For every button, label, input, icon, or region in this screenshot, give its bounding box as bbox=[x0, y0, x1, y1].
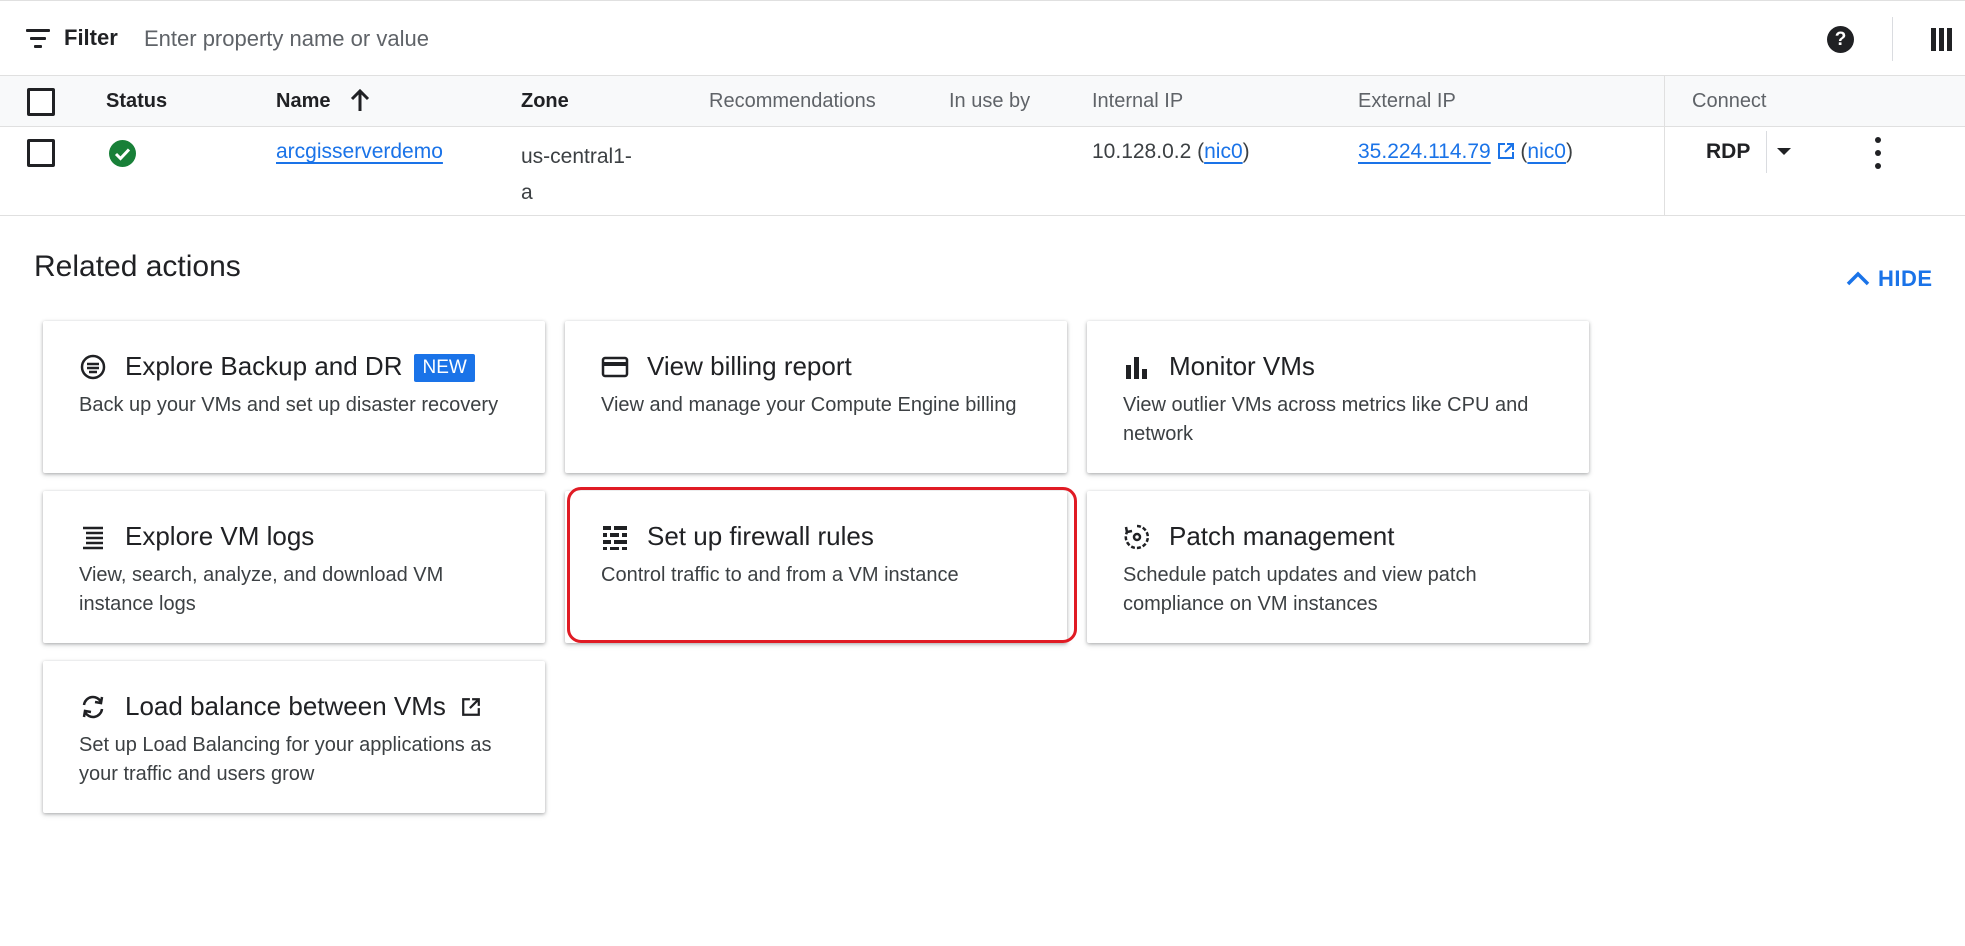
card-vm-logs[interactable]: Explore VM logs View, search, analyze, a… bbox=[43, 491, 545, 643]
card-title: Patch management bbox=[1169, 521, 1395, 551]
card-title-text: Load balance between VMs bbox=[125, 691, 446, 721]
card-description: View and manage your Compute Engine bill… bbox=[601, 394, 1017, 416]
backup-icon bbox=[80, 354, 106, 380]
select-all-checkbox[interactable] bbox=[27, 88, 55, 116]
card-description: Control traffic to and from a VM instanc… bbox=[601, 564, 959, 586]
card-load-balance[interactable]: Load balance between VMs Set up Load Bal… bbox=[43, 661, 545, 813]
filter-icon[interactable] bbox=[26, 29, 52, 51]
toolbar-divider bbox=[1892, 17, 1893, 61]
bar-chart-icon bbox=[1126, 357, 1147, 379]
column-in-use-by[interactable]: In use by bbox=[949, 90, 1030, 113]
rdp-button[interactable]: RDP bbox=[1706, 140, 1750, 164]
column-external-ip[interactable]: External IP bbox=[1358, 90, 1456, 113]
new-badge: NEW bbox=[414, 354, 475, 382]
hide-label: HIDE bbox=[1878, 266, 1933, 291]
card-title: Explore Backup and DR NEW bbox=[125, 351, 475, 382]
card-patch-management[interactable]: Patch management Schedule patch updates … bbox=[1087, 491, 1589, 643]
column-internal-ip[interactable]: Internal IP bbox=[1092, 90, 1183, 113]
help-icon[interactable]: ? bbox=[1827, 26, 1854, 53]
table-row: arcgisserverdemo 10.128.0.2 (nic0) 35.22… bbox=[0, 127, 1965, 216]
status-running-icon bbox=[109, 140, 136, 167]
filter-label[interactable]: Filter bbox=[64, 25, 118, 51]
sync-icon bbox=[82, 695, 104, 719]
card-description: View, search, analyze, and download VM i… bbox=[79, 564, 444, 615]
zone-line-1: us-central1- bbox=[521, 145, 632, 168]
column-zone[interactable]: Zone bbox=[521, 90, 569, 113]
column-recommendations[interactable]: Recommendations bbox=[709, 90, 876, 113]
table-header: Status Name Zone Recommendations In use … bbox=[0, 76, 1965, 127]
related-actions-title: Related actions bbox=[34, 250, 241, 283]
sort-ascending-icon[interactable] bbox=[350, 89, 370, 113]
hide-button[interactable]: HIDE bbox=[1846, 266, 1933, 292]
card-title: Set up firewall rules bbox=[647, 521, 874, 551]
firewall-icon bbox=[603, 526, 627, 550]
column-connect: Connect bbox=[1692, 90, 1767, 112]
chevron-up-icon bbox=[1846, 271, 1870, 286]
internal-nic-link[interactable]: nic0 bbox=[1204, 140, 1243, 163]
column-name[interactable]: Name bbox=[276, 90, 330, 113]
filter-input[interactable] bbox=[142, 19, 742, 59]
row-checkbox[interactable] bbox=[27, 139, 55, 167]
external-nic-link[interactable]: nic0 bbox=[1527, 140, 1566, 163]
card-title-text: Explore Backup and DR bbox=[125, 351, 403, 381]
card-title: Load balance between VMs bbox=[125, 691, 481, 722]
columns-icon[interactable] bbox=[1931, 28, 1953, 51]
card-title: Monitor VMs bbox=[1169, 351, 1315, 381]
logs-icon bbox=[83, 526, 103, 550]
card-description: Back up your VMs and set up disaster rec… bbox=[79, 394, 499, 416]
external-ip-link[interactable]: 35.224.114.79 bbox=[1358, 140, 1491, 163]
card-title: View billing report bbox=[647, 351, 852, 381]
external-link-icon[interactable] bbox=[1497, 142, 1515, 160]
patch-icon bbox=[1124, 524, 1150, 550]
instance-name-link[interactable]: arcgisserverdemo bbox=[276, 140, 443, 163]
credit-card-icon bbox=[601, 356, 629, 378]
external-ip-cell: 35.224.114.79 (nic0) bbox=[1358, 140, 1573, 163]
zone-cell: us-central1- a bbox=[521, 139, 661, 211]
more-actions-icon[interactable] bbox=[1873, 137, 1883, 169]
rdp-dropdown-icon[interactable] bbox=[1777, 148, 1791, 155]
card-firewall-rules[interactable]: Set up firewall rules Control traffic to… bbox=[565, 491, 1067, 643]
internal-ip-cell: 10.128.0.2 (nic0) bbox=[1092, 140, 1250, 163]
card-billing-report[interactable]: View billing report View and manage your… bbox=[565, 321, 1067, 473]
card-description: Set up Load Balancing for your applicati… bbox=[79, 734, 492, 785]
card-title: Explore VM logs bbox=[125, 521, 315, 551]
card-description: View outlier VMs across metrics like CPU… bbox=[1123, 394, 1529, 445]
card-description: Schedule patch updates and view patch co… bbox=[1123, 564, 1477, 615]
card-backup-dr[interactable]: Explore Backup and DR NEW Back up your VM… bbox=[43, 321, 545, 473]
column-status[interactable]: Status bbox=[106, 90, 167, 113]
zone-line-2: a bbox=[521, 181, 533, 204]
card-monitor-vms[interactable]: Monitor VMs View outlier VMs across metr… bbox=[1087, 321, 1589, 473]
internal-ip: 10.128.0.2 bbox=[1092, 140, 1192, 163]
external-link-icon bbox=[462, 698, 481, 716]
rdp-divider bbox=[1766, 131, 1767, 173]
filter-bar: Filter ? bbox=[0, 0, 1965, 76]
